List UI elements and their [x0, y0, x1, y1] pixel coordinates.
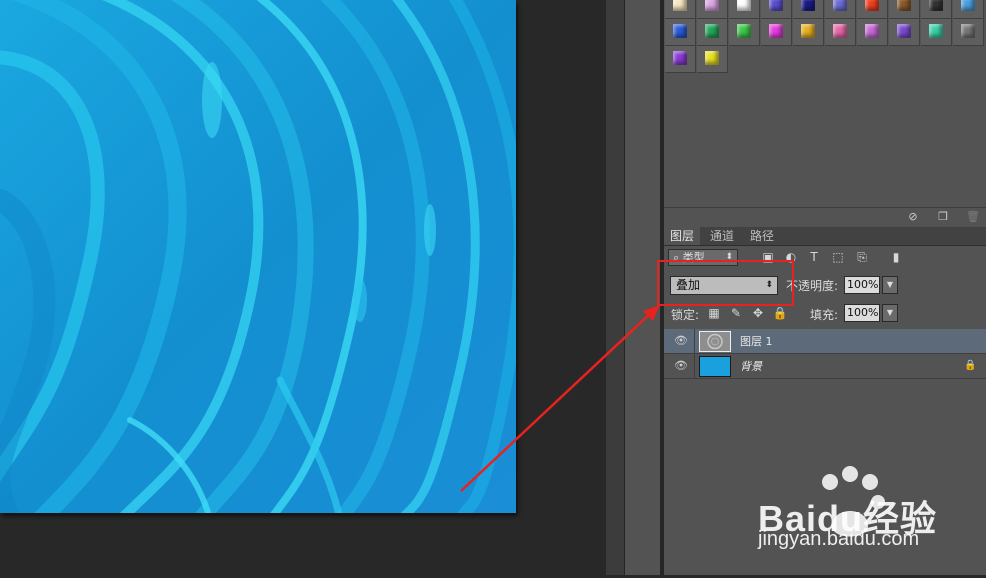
style-swatch[interactable]: [857, 0, 888, 19]
style-swatch-preview: [801, 0, 815, 11]
style-swatch-preview: [865, 24, 879, 38]
layer-1-thumbnail-image: [700, 332, 730, 351]
layer-row-layer-1[interactable]: 👁 图层 1: [664, 329, 986, 354]
style-swatch[interactable]: [825, 0, 856, 19]
style-swatch[interactable]: [953, 19, 984, 46]
lock-transparent-icon[interactable]: ▦: [706, 305, 722, 321]
style-swatch[interactable]: [697, 46, 728, 73]
fill-label: 填充:: [810, 308, 839, 322]
style-swatch-preview: [801, 24, 815, 38]
style-swatch[interactable]: [889, 19, 920, 46]
style-swatch-preview: [961, 24, 975, 38]
style-swatch[interactable]: [665, 19, 696, 46]
opacity-dropdown-icon[interactable]: ▼: [882, 276, 898, 294]
panel-gutter: [606, 0, 624, 575]
style-swatch-preview: [769, 0, 783, 11]
style-swatch[interactable]: [889, 0, 920, 19]
styles-panel: [664, 0, 986, 207]
style-swatch[interactable]: [761, 19, 792, 46]
collapsed-panel-dock[interactable]: [624, 0, 661, 575]
style-swatch[interactable]: [793, 0, 824, 19]
style-swatch-preview: [737, 0, 751, 11]
lock-row: 锁定: ▦ ✎ ✥ 🔒 填充: 100% ▼: [664, 303, 986, 325]
lock-label: 锁定:: [671, 308, 700, 322]
trash-icon[interactable]: 🗑: [966, 211, 980, 223]
style-swatch-preview: [673, 51, 687, 65]
style-swatch[interactable]: [665, 46, 696, 73]
opacity-input[interactable]: 100%: [844, 276, 880, 294]
document-workspace: [0, 0, 606, 575]
lock-icon: 🔒: [964, 360, 977, 371]
style-swatch-preview: [833, 24, 847, 38]
annotation-highlight-box: [657, 260, 794, 306]
smart-object-filter-icon[interactable]: ⎘: [854, 249, 870, 265]
style-swatch[interactable]: [921, 0, 952, 19]
style-swatch-preview: [961, 0, 975, 11]
baidu-jingyan-watermark: Baidu经验 jingyan.baidu.com: [758, 466, 986, 575]
visibility-column-divider: [694, 354, 695, 379]
type-filter-icon[interactable]: T: [806, 249, 822, 265]
style-swatch-preview: [897, 24, 911, 38]
style-swatch-preview: [673, 24, 687, 38]
fill-dropdown-icon[interactable]: ▼: [882, 304, 898, 322]
no-style-icon[interactable]: ⊘: [907, 211, 919, 223]
fill-input[interactable]: 100%: [844, 304, 880, 322]
layer-row-background[interactable]: 👁 背景 🔒: [664, 354, 986, 379]
image-canvas[interactable]: [0, 0, 516, 513]
lock-all-icon[interactable]: 🔒: [772, 305, 788, 321]
water-ripple-image: [0, 0, 516, 513]
tab-channels[interactable]: 通道: [704, 227, 740, 245]
tab-paths[interactable]: 路径: [744, 227, 780, 245]
style-swatch-preview: [929, 0, 943, 11]
tab-layers[interactable]: 图层: [664, 227, 701, 245]
visibility-column-divider: [694, 329, 695, 354]
style-swatch[interactable]: [953, 0, 984, 19]
style-swatch[interactable]: [857, 19, 888, 46]
style-swatch-preview: [833, 0, 847, 11]
style-swatch-preview: [929, 24, 943, 38]
style-swatch-preview: [705, 51, 719, 65]
style-swatch[interactable]: [761, 0, 792, 19]
panel-tabs: 图层 通道 路径: [664, 227, 986, 246]
eye-icon[interactable]: 👁: [674, 335, 688, 347]
style-swatch-preview: [705, 24, 719, 38]
layer-thumbnail[interactable]: [699, 356, 731, 377]
lock-position-move-icon[interactable]: ✥: [750, 305, 766, 321]
shape-filter-icon[interactable]: ⬚: [830, 249, 846, 265]
style-swatch-preview: [705, 0, 719, 11]
style-swatch-preview: [769, 24, 783, 38]
style-swatch[interactable]: [697, 19, 728, 46]
eye-icon[interactable]: 👁: [674, 360, 688, 372]
style-swatch-preview: [673, 0, 687, 11]
style-swatch-preview: [897, 0, 911, 11]
style-swatch[interactable]: [921, 19, 952, 46]
layer-name[interactable]: 背景: [740, 354, 762, 379]
styles-panel-footer: ⊘ ❐ 🗑: [664, 207, 986, 228]
lock-image-brush-icon[interactable]: ✎: [728, 305, 744, 321]
style-swatch[interactable]: [793, 19, 824, 46]
filter-toggle-icon[interactable]: ▮: [888, 249, 904, 265]
watermark-url: jingyan.baidu.com: [758, 528, 920, 550]
layer-thumbnail[interactable]: [699, 331, 731, 352]
style-swatch[interactable]: [825, 19, 856, 46]
layer-name[interactable]: 图层 1: [740, 329, 773, 354]
style-swatch[interactable]: [729, 19, 760, 46]
style-swatch[interactable]: [729, 0, 760, 19]
style-swatch[interactable]: [665, 0, 696, 19]
style-swatch-preview: [737, 24, 751, 38]
style-swatch-preview: [865, 0, 879, 11]
style-swatch[interactable]: [697, 0, 728, 19]
new-style-icon[interactable]: ❐: [937, 211, 949, 223]
